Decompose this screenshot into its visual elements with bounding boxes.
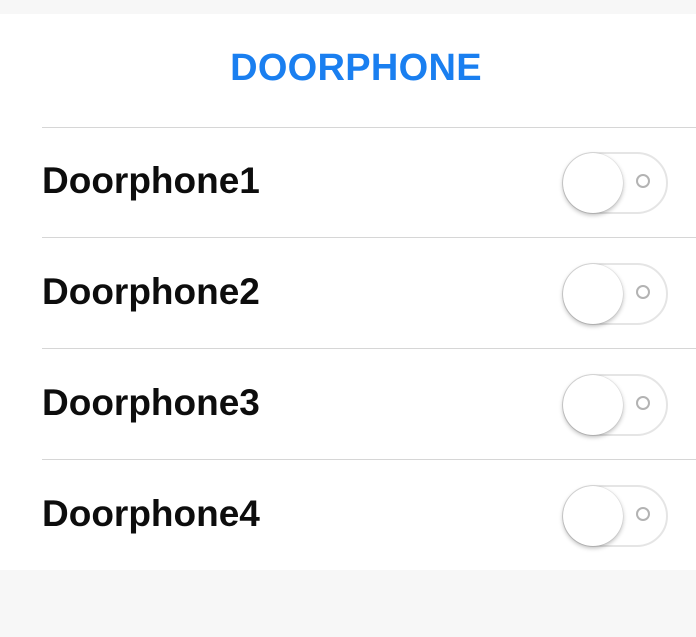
toggle-off-indicator-icon bbox=[636, 174, 650, 188]
toggle-off-indicator-icon bbox=[636, 285, 650, 299]
doorphone-label: Doorphone2 bbox=[42, 271, 260, 312]
doorphone4-toggle[interactable] bbox=[562, 485, 668, 547]
toggle-knob bbox=[563, 375, 623, 435]
doorphone-label: Doorphone4 bbox=[42, 493, 260, 534]
section-header: DOORPHONE bbox=[0, 14, 696, 128]
doorphone-row-3: Doorphone3 bbox=[0, 349, 696, 460]
doorphone-label: Doorphone1 bbox=[42, 160, 260, 201]
doorphone-row-4: Doorphone4 bbox=[0, 460, 696, 571]
toggle-off-indicator-icon bbox=[636, 507, 650, 521]
top-strip bbox=[0, 0, 696, 14]
doorphone2-toggle[interactable] bbox=[562, 263, 668, 325]
section-title: DOORPHONE bbox=[230, 47, 482, 89]
toggle-knob bbox=[563, 486, 623, 546]
doorphone-label: Doorphone3 bbox=[42, 382, 260, 423]
doorphone1-toggle[interactable] bbox=[562, 152, 668, 214]
doorphone-settings-panel: DOORPHONE Doorphone1 Doorphone2 Doorphon… bbox=[0, 14, 696, 570]
doorphone-row-1: Doorphone1 bbox=[0, 127, 696, 238]
toggle-knob bbox=[563, 264, 623, 324]
toggle-knob bbox=[563, 153, 623, 213]
doorphone3-toggle[interactable] bbox=[562, 374, 668, 436]
doorphone-row-2: Doorphone2 bbox=[0, 238, 696, 349]
toggle-off-indicator-icon bbox=[636, 396, 650, 410]
